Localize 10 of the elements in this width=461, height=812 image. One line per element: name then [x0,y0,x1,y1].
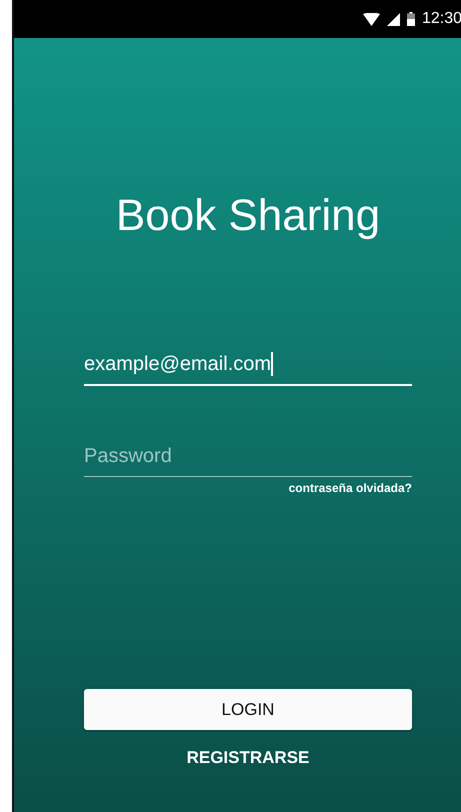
battery-icon [406,12,415,26]
login-button[interactable]: LOGIN [84,689,412,730]
app-title: Book Sharing [114,190,382,242]
input-field[interactable]: Password [84,436,412,477]
signal-icon [386,12,400,26]
wifi-icon [362,12,380,26]
status-time: 12:30 [422,10,461,28]
register-button[interactable]: REGISTRARSE [178,744,318,772]
forgot-password-link[interactable]: contraseña olvidada? [288,481,412,495]
input-field[interactable]: example@email.com [84,344,412,386]
